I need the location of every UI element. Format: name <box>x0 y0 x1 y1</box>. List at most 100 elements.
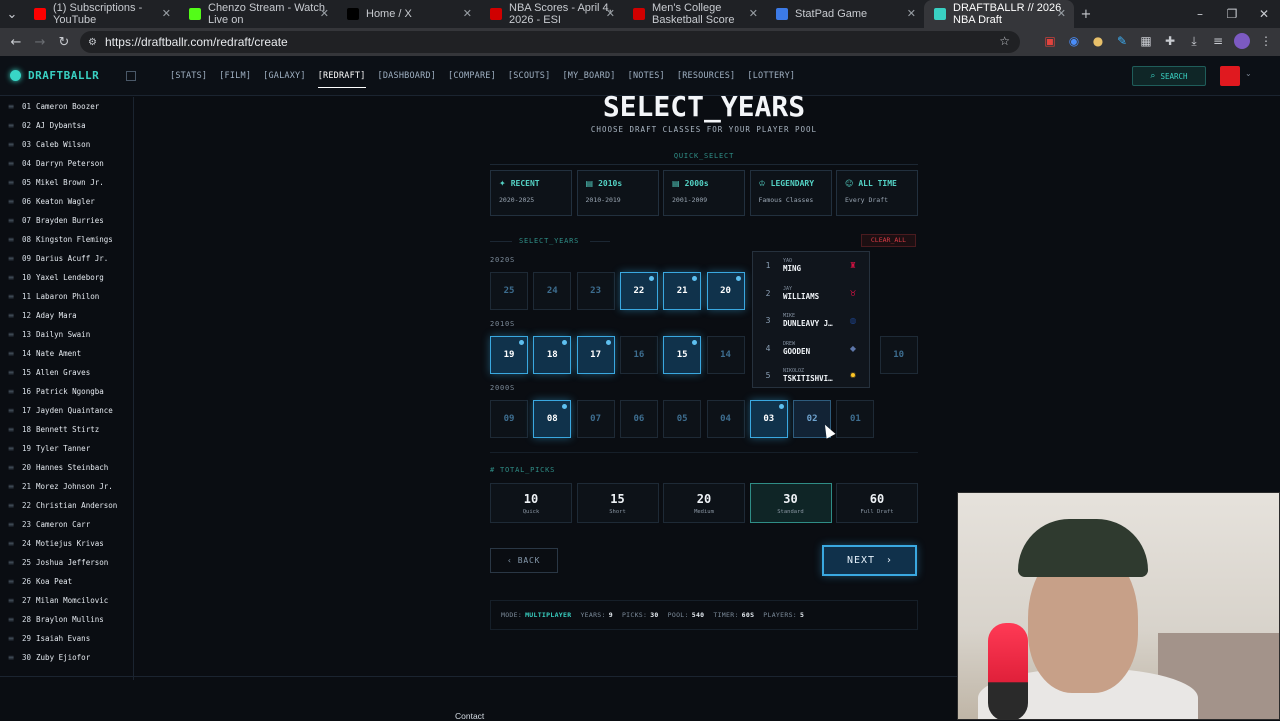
drag-handle-icon[interactable]: ≡ <box>0 349 22 358</box>
quick-select-recent[interactable]: ✦ RECENT 2020-2025 <box>490 170 572 216</box>
close-tab-icon[interactable]: ✕ <box>907 7 916 20</box>
sidebar-player-item[interactable]: ≡ 10 Yaxel Lendeborg <box>0 268 133 287</box>
year-button-08[interactable]: 08 <box>533 400 572 438</box>
sidebar-player-item[interactable]: ≡ 04 Darryn Peterson <box>0 154 133 173</box>
total-picks-option-20[interactable]: 20 Medium <box>663 483 745 523</box>
year-button-01[interactable]: 01 <box>836 400 875 438</box>
year-button-15[interactable]: 15 <box>663 336 702 374</box>
sidebar-player-item[interactable]: ≡ 08 Kingston Flemings <box>0 230 133 249</box>
year-button-07[interactable]: 07 <box>576 400 615 438</box>
drag-handle-icon[interactable]: ≡ <box>0 368 22 377</box>
year-button-20[interactable]: 20 <box>706 272 745 310</box>
year-button-17[interactable]: 17 <box>576 336 615 374</box>
sidebar-player-item[interactable]: ≡ 14 Nate Ament <box>0 344 133 363</box>
nav-item-galaxy[interactable]: [GALAXY] <box>257 56 312 96</box>
extension-icon[interactable]: ◉ <box>1066 33 1082 49</box>
drag-handle-icon[interactable]: ≡ <box>0 178 22 187</box>
back-button[interactable]: ‹ BACK <box>490 548 558 573</box>
sidebar-player-item[interactable]: ≡ 17 Jayden Quaintance <box>0 401 133 420</box>
drag-handle-icon[interactable]: ≡ <box>0 425 22 434</box>
sidebar-player-item[interactable]: ≡ 26 Koa Peat <box>0 572 133 591</box>
total-picks-option-15[interactable]: 15 Short <box>576 483 659 523</box>
drag-handle-icon[interactable]: ≡ <box>0 596 22 605</box>
sidebar-player-item[interactable]: ≡ 30 Zuby Ejiofor <box>0 648 133 667</box>
sidebar-player-item[interactable]: ≡ 20 Hannes Steinbach <box>0 458 133 477</box>
drag-handle-icon[interactable]: ≡ <box>0 140 22 149</box>
close-tab-icon[interactable]: ✕ <box>162 7 171 20</box>
total-picks-option-10[interactable]: 10 Quick <box>490 483 572 523</box>
clear-all-button[interactable]: CLEAR_ALL <box>861 234 916 247</box>
year-button-21[interactable]: 21 <box>663 272 702 310</box>
sidebar-player-item[interactable]: ≡ 28 Braylon Mullins <box>0 610 133 629</box>
drag-handle-icon[interactable]: ≡ <box>0 634 22 643</box>
drag-handle-icon[interactable]: ≡ <box>0 577 22 586</box>
nav-item-redraft[interactable]: [REDRAFT] <box>312 56 372 96</box>
profile-avatar[interactable] <box>1234 33 1250 49</box>
media-icon[interactable]: ≡ <box>1210 33 1226 49</box>
sidebar-player-item[interactable]: ≡ 13 Dailyn Swain <box>0 325 133 344</box>
year-button-06[interactable]: 06 <box>619 400 658 438</box>
drag-handle-icon[interactable]: ≡ <box>0 330 22 339</box>
drag-handle-icon[interactable]: ≡ <box>0 558 22 567</box>
quick-select-all-time[interactable]: ☺ ALL TIME Every Draft <box>836 170 918 216</box>
sidebar-player-item[interactable]: ≡ 27 Milan Momcilovic <box>0 591 133 610</box>
drag-handle-icon[interactable]: ≡ <box>0 463 22 472</box>
nav-item-dashboard[interactable]: [DASHBOARD] <box>372 56 443 96</box>
drag-handle-icon[interactable]: ≡ <box>0 406 22 415</box>
tab-search-icon[interactable]: ⌄ <box>0 7 24 22</box>
sidebar-player-item[interactable]: ≡ 23 Cameron Carr <box>0 515 133 534</box>
sidebar-player-item[interactable]: ≡ 15 Allen Graves <box>0 363 133 382</box>
sidebar-player-item[interactable]: ≡ 18 Bennett Stirtz <box>0 420 133 439</box>
sidebar-player-item[interactable]: ≡ 02 AJ Dybantsa <box>0 116 133 135</box>
minimize-icon[interactable]: – <box>1184 0 1216 28</box>
drag-handle-icon[interactable]: ≡ <box>0 387 22 396</box>
close-tab-icon[interactable]: ✕ <box>320 7 329 20</box>
close-tab-icon[interactable]: ✕ <box>463 7 472 20</box>
maximize-icon[interactable]: ❐ <box>1216 0 1248 28</box>
sidebar-player-item[interactable]: ≡ 19 Tyler Tanner <box>0 439 133 458</box>
drag-handle-icon[interactable]: ≡ <box>0 197 22 206</box>
site-info-icon[interactable]: ⚙ <box>88 37 97 48</box>
drag-handle-icon[interactable]: ≡ <box>0 292 22 301</box>
nav-item-film[interactable]: [FILM] <box>213 56 257 96</box>
year-button-14[interactable]: 14 <box>706 336 745 374</box>
sidebar-player-item[interactable]: ≡ 09 Darius Acuff Jr. <box>0 249 133 268</box>
drag-handle-icon[interactable]: ≡ <box>0 235 22 244</box>
browser-tab[interactable]: Chenzo Stream - Watch Live on ✕ <box>179 0 337 28</box>
year-button-09[interactable]: 09 <box>490 400 528 438</box>
browser-tab[interactable]: Men's College Basketball Score ✕ <box>623 0 766 28</box>
browser-tab[interactable]: (1) Subscriptions - YouTube ✕ <box>24 0 179 28</box>
year-button-19[interactable]: 19 <box>490 336 528 374</box>
quick-select-legendary[interactable]: ♔ LEGENDARY Famous Classes <box>749 170 832 216</box>
nav-item-stats[interactable]: [STATS] <box>164 56 213 96</box>
year-button-05[interactable]: 05 <box>663 400 702 438</box>
drag-handle-icon[interactable]: ≡ <box>0 444 22 453</box>
menu-kebab-icon[interactable]: ⋮ <box>1258 33 1274 49</box>
year-button-04[interactable]: 04 <box>706 400 745 438</box>
bookmark-star-icon[interactable]: ☆ <box>999 34 1010 48</box>
sidebar-player-item[interactable]: ≡ 25 Joshua Jefferson <box>0 553 133 572</box>
total-picks-option-30[interactable]: 30 Standard <box>749 483 832 523</box>
year-button-16[interactable]: 16 <box>619 336 658 374</box>
year-button-18[interactable]: 18 <box>533 336 572 374</box>
browser-tab[interactable]: NBA Scores - April 4, 2026 - ESI ✕ <box>480 0 623 28</box>
total-picks-option-60[interactable]: 60 Full Draft <box>836 483 918 523</box>
drag-handle-icon[interactable]: ≡ <box>0 159 22 168</box>
browser-tab[interactable]: DRAFTBALLR // 2026 NBA Draft ✕ <box>924 0 1074 28</box>
sidebar-player-item[interactable]: ≡ 22 Christian Anderson <box>0 496 133 515</box>
drag-handle-icon[interactable]: ≡ <box>0 615 22 624</box>
sidebar-toggle-icon[interactable] <box>126 70 136 81</box>
year-button-25[interactable]: 25 <box>490 272 528 310</box>
extension-icon[interactable]: ▦ <box>1138 33 1154 49</box>
sidebar-player-item[interactable]: ≡ 12 Aday Mara <box>0 306 133 325</box>
year-button-10[interactable]: 10 <box>879 336 918 374</box>
drag-handle-icon[interactable]: ≡ <box>0 520 22 529</box>
close-tab-icon[interactable]: ✕ <box>1057 7 1066 20</box>
drag-handle-icon[interactable]: ≡ <box>0 216 22 225</box>
quick-select-2000s[interactable]: ▤ 2000s 2001-2009 <box>663 170 745 216</box>
year-button-23[interactable]: 23 <box>576 272 615 310</box>
download-icon[interactable]: ⤓ <box>1186 33 1202 49</box>
chevron-down-icon[interactable]: ⌄ <box>1245 69 1252 78</box>
drag-handle-icon[interactable]: ≡ <box>0 501 22 510</box>
extension-icon[interactable]: ✎ <box>1114 33 1130 49</box>
